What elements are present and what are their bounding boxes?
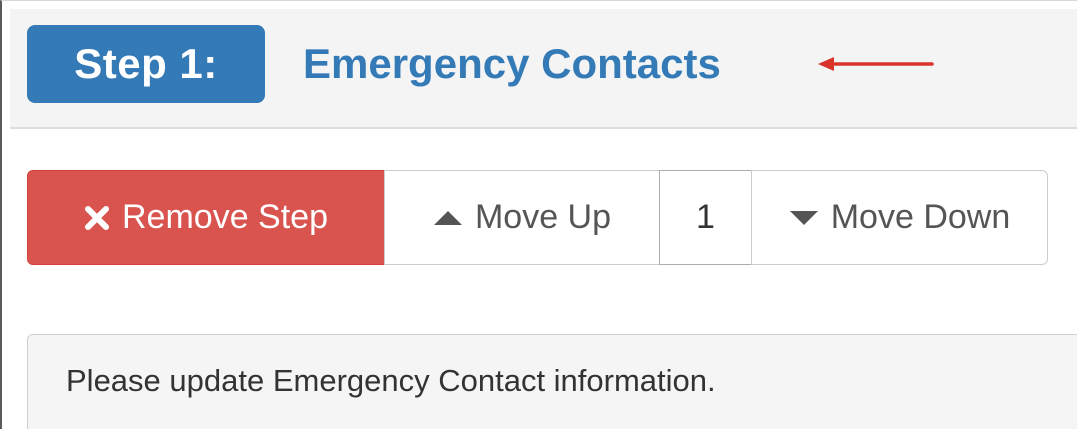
- step-editor: Step 1: Emergency Contacts Remove Step M…: [0, 0, 1077, 429]
- info-panel: Please update Emergency Contact informat…: [27, 334, 1077, 429]
- remove-step-label: Remove Step: [122, 198, 328, 236]
- caret-down-icon: [789, 209, 819, 227]
- move-down-label: Move Down: [830, 198, 1011, 236]
- move-up-button[interactable]: Move Up: [384, 170, 660, 265]
- close-icon: [84, 205, 110, 231]
- remove-step-button[interactable]: Remove Step: [27, 170, 385, 265]
- move-up-label: Move Up: [474, 198, 612, 236]
- step-actions-toolbar: Remove Step Move Up 1 Move Down: [27, 170, 1048, 265]
- step-header: Step 1: Emergency Contacts: [10, 9, 1077, 129]
- caret-up-icon: [433, 209, 463, 227]
- step-title: Emergency Contacts: [303, 40, 721, 87]
- arrow-left-icon: [818, 57, 934, 71]
- step-position-indicator: 1: [659, 170, 752, 265]
- info-message: Please update Emergency Contact informat…: [66, 363, 716, 398]
- step-number-badge: Step 1:: [27, 25, 265, 103]
- move-down-button[interactable]: Move Down: [751, 170, 1048, 265]
